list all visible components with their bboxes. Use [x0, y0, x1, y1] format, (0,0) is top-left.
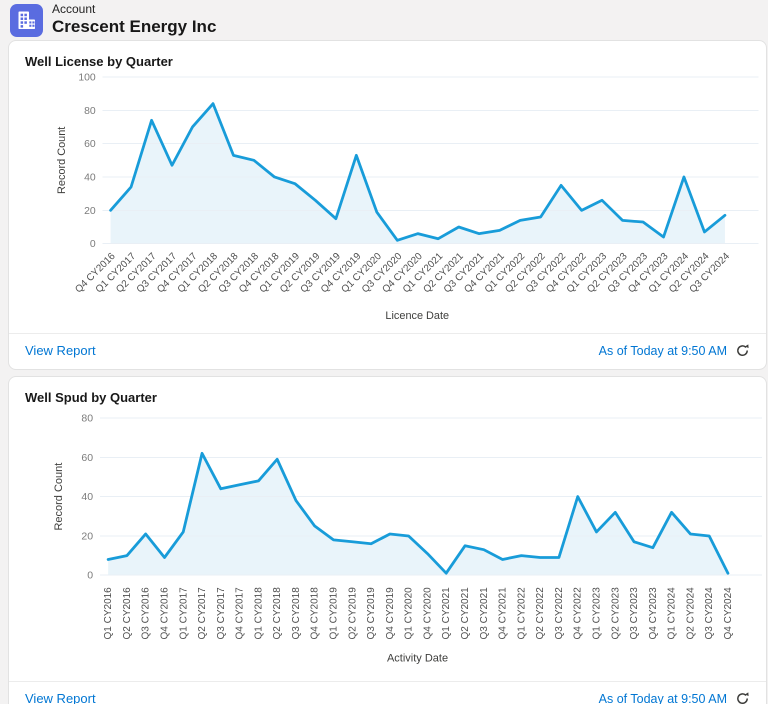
svg-text:60: 60	[81, 452, 93, 464]
svg-text:Q3 CY2016: Q3 CY2016	[141, 587, 152, 640]
as-of-timestamp: As of Today at 9:50 AM	[599, 344, 727, 358]
svg-text:Q1 CY2022: Q1 CY2022	[516, 587, 527, 640]
svg-text:Q4 CY2021: Q4 CY2021	[498, 587, 509, 640]
svg-text:Q4 CY2016: Q4 CY2016	[159, 587, 170, 640]
view-report-link[interactable]: View Report	[25, 343, 96, 358]
area-fill	[108, 453, 728, 575]
page-title: Crescent Energy Inc	[52, 17, 216, 37]
svg-text:Q1 CY2020: Q1 CY2020	[404, 587, 415, 640]
entity-label: Account	[52, 3, 216, 17]
svg-text:Q2 CY2019: Q2 CY2019	[347, 587, 358, 640]
svg-text:Q4 CY2022: Q4 CY2022	[573, 587, 584, 640]
area-fill	[111, 104, 725, 244]
svg-text:Q1 CY2023: Q1 CY2023	[591, 587, 602, 640]
svg-text:Q3 CY2021: Q3 CY2021	[479, 587, 490, 640]
svg-text:Q3 CY2024: Q3 CY2024	[704, 587, 715, 640]
svg-text:Q1 CY2024: Q1 CY2024	[667, 587, 678, 640]
chart-title-well-license: Well License by Quarter	[25, 54, 750, 69]
chart-title-well-spud: Well Spud by Quarter	[25, 390, 750, 405]
svg-text:Q2 CY2016: Q2 CY2016	[122, 587, 133, 640]
svg-text:40: 40	[84, 172, 96, 183]
well-license-line-chart[interactable]: 0 20 40 60 80 100 Q4 CY2016Q1 CY2017Q2 CY2017Q…	[9, 70, 766, 333]
view-report-link[interactable]: View Report	[25, 691, 96, 704]
svg-text:Q1 CY2016: Q1 CY2016	[103, 587, 114, 640]
x-axis-title: Activity Date	[387, 652, 448, 664]
y-axis-labels: 0 20 40 60 80	[81, 413, 93, 582]
svg-text:Q1 CY2018: Q1 CY2018	[253, 587, 264, 640]
svg-text:20: 20	[81, 530, 93, 542]
svg-text:Q3 CY2018: Q3 CY2018	[291, 587, 302, 640]
svg-text:Q3 CY2023: Q3 CY2023	[629, 587, 640, 640]
y-axis-title: Record Count	[53, 463, 65, 531]
account-page: Account Crescent Energy Inc Well License…	[0, 0, 768, 704]
as-of-row: As of Today at 9:50 AM	[599, 691, 750, 704]
well-spud-line-chart[interactable]: 0 20 40 60 80 Q1 CY2016 Q2 CY2016 Q3 CY2016 Q4 C…	[9, 406, 766, 671]
svg-text:Q1 CY2021: Q1 CY2021	[441, 587, 452, 640]
y-axis-labels: 0 20 40 60 80 100	[78, 72, 96, 250]
svg-text:Q3 CY2017: Q3 CY2017	[216, 587, 227, 640]
account-building-icon	[10, 4, 43, 37]
as-of-timestamp: As of Today at 9:50 AM	[599, 692, 727, 704]
svg-text:Q4 CY2023: Q4 CY2023	[648, 587, 659, 640]
page-header: Account Crescent Energy Inc	[0, 0, 768, 40]
refresh-icon	[735, 691, 750, 704]
svg-text:Q2 CY2017: Q2 CY2017	[197, 587, 208, 640]
refresh-button[interactable]	[735, 343, 750, 358]
well-license-chart-card: Well License by Quarter 0 20 40 60 80 100 Q4 C…	[8, 40, 767, 370]
svg-text:Q2 CY2018: Q2 CY2018	[272, 587, 283, 640]
svg-text:80: 80	[81, 413, 93, 425]
svg-text:0: 0	[90, 239, 96, 250]
as-of-row: As of Today at 9:50 AM	[599, 343, 750, 358]
svg-text:100: 100	[78, 72, 96, 83]
well-spud-chart-card: Well Spud by Quarter 020406080Q1 CY2016Q…	[8, 376, 767, 704]
svg-text:Q1 CY2017: Q1 CY2017	[178, 587, 189, 640]
svg-text:Q4 CY2019: Q4 CY2019	[385, 587, 396, 640]
x-axis-title: Licence Date	[385, 310, 449, 322]
x-axis-labels: Q1 CY2016 Q2 CY2016 Q3 CY2016 Q4 CY2016 Q1 C…	[103, 587, 734, 640]
svg-text:Q1 CY2019: Q1 CY2019	[329, 587, 340, 640]
svg-text:Q4 CY2018: Q4 CY2018	[310, 587, 321, 640]
svg-text:Q2 CY2023: Q2 CY2023	[610, 587, 621, 640]
x-axis-labels: Q4 CY2016Q1 CY2017Q2 CY2017Q3 CY2017Q4 C…	[73, 251, 732, 296]
refresh-icon	[735, 343, 750, 358]
y-axis-title: Record Count	[56, 127, 68, 194]
svg-text:Q4 CY2017: Q4 CY2017	[235, 587, 246, 640]
svg-text:20: 20	[84, 206, 96, 217]
svg-text:Q2 CY2022: Q2 CY2022	[535, 587, 546, 640]
card-footer: View Report As of Today at 9:50 AM	[9, 334, 766, 369]
account-icon	[10, 4, 43, 37]
svg-text:Q3 CY2019: Q3 CY2019	[366, 587, 377, 640]
svg-text:40: 40	[81, 491, 93, 503]
svg-text:80: 80	[84, 106, 96, 117]
svg-text:60: 60	[84, 139, 96, 150]
card-footer: View Report As of Today at 9:50 AM	[9, 682, 766, 704]
svg-text:Q2 CY2024: Q2 CY2024	[685, 587, 696, 640]
svg-text:Q3 CY2022: Q3 CY2022	[554, 587, 565, 640]
svg-text:Q2 CY2021: Q2 CY2021	[460, 587, 471, 640]
refresh-button[interactable]	[735, 691, 750, 704]
svg-text:Q4 CY2024: Q4 CY2024	[723, 587, 734, 640]
svg-text:Q4 CY2020: Q4 CY2020	[422, 587, 433, 640]
svg-text:0: 0	[87, 570, 93, 582]
